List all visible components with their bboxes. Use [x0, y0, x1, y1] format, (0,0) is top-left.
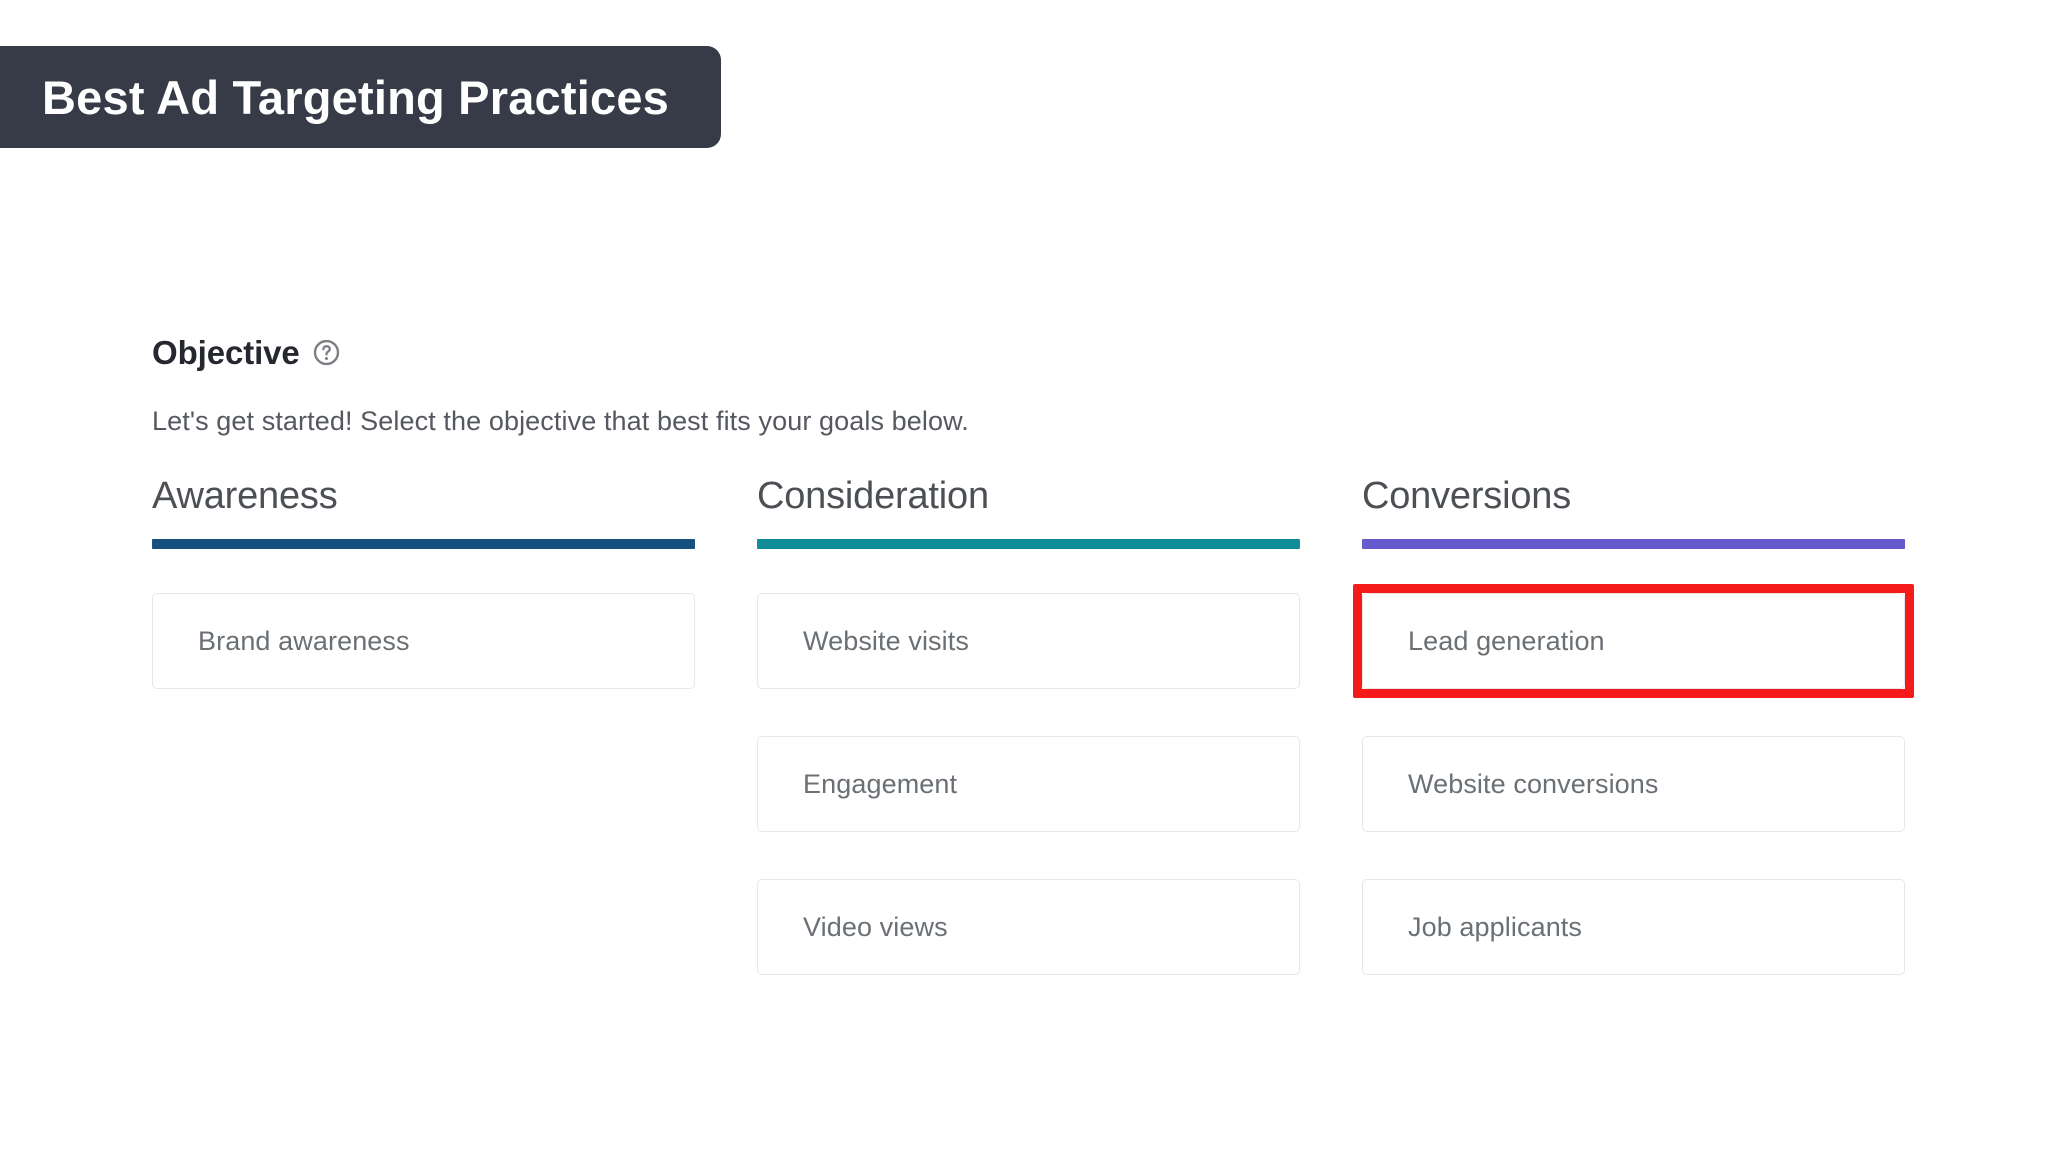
objective-column-awareness: Awareness Brand awareness — [152, 475, 695, 975]
option-card-website-conversions[interactable]: Website conversions — [1362, 736, 1905, 833]
option-card-lead-generation[interactable]: Lead generation — [1353, 584, 1914, 699]
option-label: Lead generation — [1408, 625, 1605, 656]
column-title-awareness: Awareness — [152, 475, 338, 518]
section-subtitle: Let's get started! Select the objective … — [152, 406, 969, 436]
help-circle-icon[interactable] — [313, 339, 340, 366]
option-list-awareness: Brand awareness — [152, 593, 695, 690]
option-card-brand-awareness[interactable]: Brand awareness — [152, 593, 695, 690]
objective-column-consideration: Consideration Website visits Engagement … — [757, 475, 1300, 976]
option-card-job-applicants[interactable]: Job applicants — [1362, 879, 1905, 976]
option-card-website-visits[interactable]: Website visits — [757, 593, 1300, 690]
column-rule-awareness — [152, 539, 695, 550]
option-label: Job applicants — [1408, 911, 1583, 942]
column-title-conversions: Conversions — [1362, 475, 1572, 518]
option-card-engagement[interactable]: Engagement — [757, 736, 1300, 833]
option-label: Engagement — [803, 768, 958, 799]
option-label: Video views — [803, 911, 948, 942]
objective-columns: Awareness Brand awareness Consideration … — [152, 475, 1914, 976]
column-rule-conversions — [1362, 539, 1905, 550]
objective-column-conversions: Conversions Lead generation Website conv… — [1353, 475, 1914, 976]
option-list-consideration: Website visits Engagement Video views — [757, 593, 1300, 976]
section-title: Objective — [152, 333, 300, 371]
option-card-video-views[interactable]: Video views — [757, 879, 1300, 976]
page-title: Best Ad Targeting Practices — [42, 70, 670, 124]
option-label: Website visits — [803, 625, 969, 656]
column-rule-consideration — [757, 539, 1300, 550]
objective-section: Objective Let's get started! Select the … — [152, 330, 1914, 976]
title-banner: Best Ad Targeting Practices — [0, 46, 722, 148]
objective-heading-row: Objective — [152, 330, 1912, 374]
option-list-conversions: Lead generation Website conversions Job … — [1353, 584, 1914, 976]
column-title-consideration: Consideration — [757, 475, 989, 518]
option-label: Brand awareness — [198, 625, 410, 656]
option-label: Website conversions — [1408, 768, 1659, 799]
